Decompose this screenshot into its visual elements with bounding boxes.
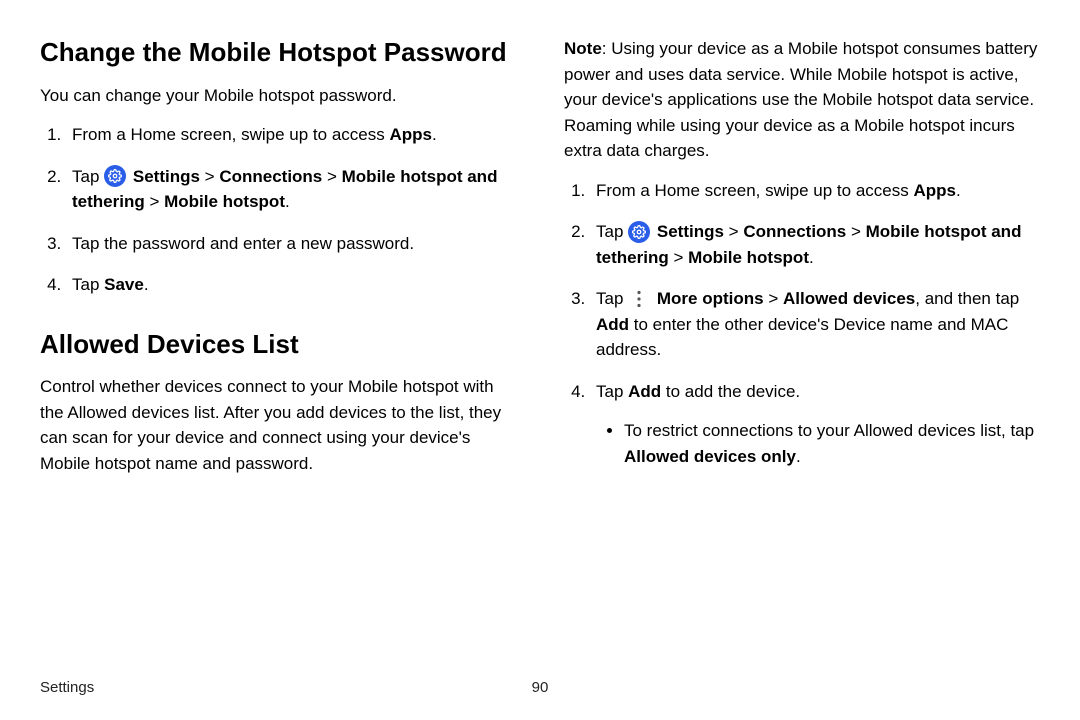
connections-label: Connections bbox=[219, 167, 322, 186]
step-text: . bbox=[285, 192, 290, 211]
section-allowed-devices: Allowed Devices List Control whether dev… bbox=[40, 328, 516, 477]
step-3: Tap the password and enter a new passwor… bbox=[66, 231, 516, 257]
bullet-text: . bbox=[796, 447, 801, 466]
step-3: Tap More options > Allowed devices, and … bbox=[590, 286, 1040, 363]
sub-bullets: To restrict connections to your Allowed … bbox=[596, 418, 1040, 469]
apps-label: Apps bbox=[913, 181, 956, 200]
bullet-text: To restrict connections to your Allowed … bbox=[624, 421, 1034, 440]
settings-label: Settings bbox=[657, 222, 724, 241]
step-text: > bbox=[322, 167, 341, 186]
heading-allowed-devices: Allowed Devices List bbox=[40, 328, 516, 361]
step-text: > bbox=[200, 167, 219, 186]
connections-label: Connections bbox=[743, 222, 846, 241]
step-text: Tap bbox=[72, 167, 104, 186]
settings-label: Settings bbox=[133, 167, 200, 186]
left-column: Change the Mobile Hotspot Password You c… bbox=[40, 36, 516, 490]
step-text: > bbox=[145, 192, 164, 211]
apps-label: Apps bbox=[389, 125, 432, 144]
intro-change-password: You can change your Mobile hotspot passw… bbox=[40, 83, 516, 109]
page-columns: Change the Mobile Hotspot Password You c… bbox=[40, 36, 1040, 490]
page-number: 90 bbox=[532, 679, 549, 696]
add-label: Add bbox=[596, 315, 629, 334]
step-text: . bbox=[144, 275, 149, 294]
step-text: > bbox=[669, 248, 688, 267]
step-text: > bbox=[724, 222, 743, 241]
step-text: > bbox=[764, 289, 783, 308]
step-4: Tap Add to add the device. To restrict c… bbox=[590, 379, 1040, 470]
more-options-label: More options bbox=[657, 289, 764, 308]
mobile-hotspot-label: Mobile hotspot bbox=[688, 248, 809, 267]
step-text: to add the device. bbox=[661, 382, 800, 401]
step-text: Tap bbox=[596, 289, 628, 308]
more-options-icon bbox=[628, 288, 650, 310]
step-text: From a Home screen, swipe up to access bbox=[72, 125, 389, 144]
steps-change-password: From a Home screen, swipe up to access A… bbox=[40, 122, 516, 298]
step-text: Tap bbox=[72, 275, 104, 294]
note-body: : Using your device as a Mobile hotspot … bbox=[564, 39, 1037, 160]
note-label: Note bbox=[564, 39, 602, 58]
step-text: , and then tap bbox=[915, 289, 1019, 308]
save-label: Save bbox=[104, 275, 144, 294]
add-label: Add bbox=[628, 382, 661, 401]
step-2: Tap Settings > Connections > Mobile hots… bbox=[590, 219, 1040, 270]
step-text: to enter the other device's Device name … bbox=[596, 315, 1008, 360]
step-text: . bbox=[432, 125, 437, 144]
allowed-only-label: Allowed devices only bbox=[624, 447, 796, 466]
step-text: Tap bbox=[596, 222, 628, 241]
intro-allowed-devices: Control whether devices connect to your … bbox=[40, 374, 516, 476]
step-text: . bbox=[956, 181, 961, 200]
allowed-devices-label: Allowed devices bbox=[783, 289, 915, 308]
steps-allowed-devices: From a Home screen, swipe up to access A… bbox=[564, 178, 1040, 470]
page-footer: Settings 90 bbox=[40, 679, 1040, 696]
footer-section: Settings bbox=[40, 679, 94, 696]
step-text: > bbox=[846, 222, 865, 241]
step-text: Tap bbox=[596, 382, 628, 401]
note-paragraph: Note: Using your device as a Mobile hots… bbox=[564, 36, 1040, 164]
right-column: Note: Using your device as a Mobile hots… bbox=[564, 36, 1040, 490]
bullet-1: To restrict connections to your Allowed … bbox=[624, 418, 1040, 469]
heading-change-password: Change the Mobile Hotspot Password bbox=[40, 36, 516, 69]
step-1: From a Home screen, swipe up to access A… bbox=[590, 178, 1040, 204]
step-text: From a Home screen, swipe up to access bbox=[596, 181, 913, 200]
settings-icon bbox=[104, 165, 126, 187]
step-2: Tap Settings > Connections > Mobile hots… bbox=[66, 164, 516, 215]
step-text: . bbox=[809, 248, 814, 267]
mobile-hotspot-label: Mobile hotspot bbox=[164, 192, 285, 211]
settings-icon bbox=[628, 221, 650, 243]
step-4: Tap Save. bbox=[66, 272, 516, 298]
step-1: From a Home screen, swipe up to access A… bbox=[66, 122, 516, 148]
